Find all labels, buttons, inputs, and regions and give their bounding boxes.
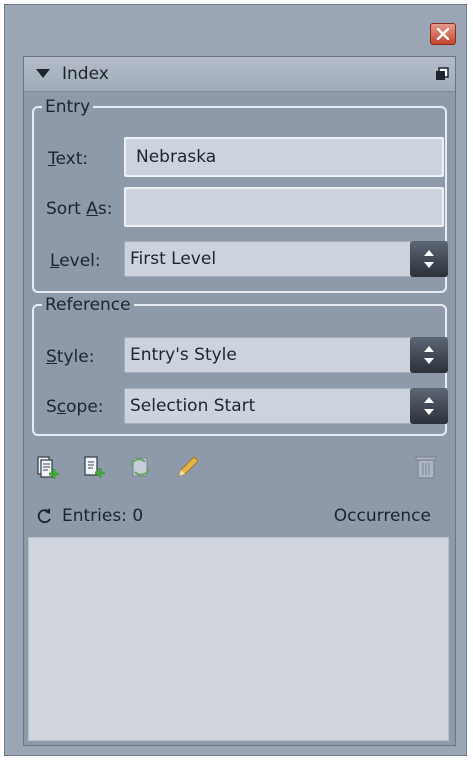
scope-select-value: Selection Start (130, 396, 256, 416)
style-dropdown-button[interactable] (410, 337, 448, 373)
new-entry-button[interactable] (34, 453, 62, 481)
level-select-value: First Level (130, 249, 217, 269)
reference-legend: Reference (45, 295, 131, 315)
level-dropdown-button[interactable] (410, 241, 448, 277)
entries-list[interactable] (28, 537, 449, 741)
scope-label: Scope: (46, 397, 104, 417)
pencil-icon (178, 456, 199, 477)
text-label: Text: (48, 149, 89, 169)
panel-titlebar[interactable]: Index (24, 57, 455, 92)
update-preview-icon (129, 457, 151, 477)
update-preview-button[interactable] (126, 453, 154, 481)
index-toolbar (32, 449, 447, 485)
up-down-arrows-icon (424, 346, 434, 364)
scope-select[interactable]: Selection Start (124, 388, 448, 424)
close-button[interactable] (430, 23, 456, 45)
style-label: Style: (46, 347, 95, 367)
reference-group: Reference Style: Entry's Style Scope: Se… (32, 295, 448, 436)
new-page-reference-icon (84, 456, 105, 478)
up-down-arrows-icon (424, 397, 434, 415)
delete-entry-button[interactable] (412, 453, 440, 481)
trash-icon (415, 456, 437, 479)
refresh-icon[interactable] (36, 507, 54, 525)
index-panel: Index Entry Text: Nebraska Sort As: Leve… (23, 56, 456, 746)
panel-title: Index (62, 64, 109, 84)
entry-legend: Entry (45, 97, 91, 117)
text-input[interactable]: Nebraska (124, 137, 444, 177)
scope-dropdown-button[interactable] (410, 388, 448, 424)
entries-list-header: Entries: 0 Occurrence (24, 497, 455, 535)
text-input-value: Nebraska (136, 147, 217, 167)
new-entry-icon (37, 456, 59, 479)
sort-as-label: Sort As: (46, 199, 113, 219)
entry-group: Entry Text: Nebraska Sort As: Level: Fir… (32, 97, 448, 293)
level-select[interactable]: First Level (124, 241, 448, 277)
occurrence-column-header[interactable]: Occurrence (334, 506, 431, 526)
sort-as-input[interactable] (124, 187, 444, 227)
level-label: Level: (50, 251, 101, 271)
entries-count-label: Entries: 0 (62, 506, 144, 526)
style-select[interactable]: Entry's Style (124, 337, 448, 373)
up-down-arrows-icon (424, 250, 434, 268)
panel-menu-icon[interactable] (435, 66, 449, 80)
style-select-value: Entry's Style (130, 345, 237, 365)
new-page-reference-button[interactable] (80, 453, 108, 481)
close-icon (436, 28, 450, 40)
edit-entry-button[interactable] (174, 453, 202, 481)
index-palette-window: Index Entry Text: Nebraska Sort As: Leve… (4, 4, 467, 756)
triangle-down-icon[interactable] (36, 67, 50, 81)
